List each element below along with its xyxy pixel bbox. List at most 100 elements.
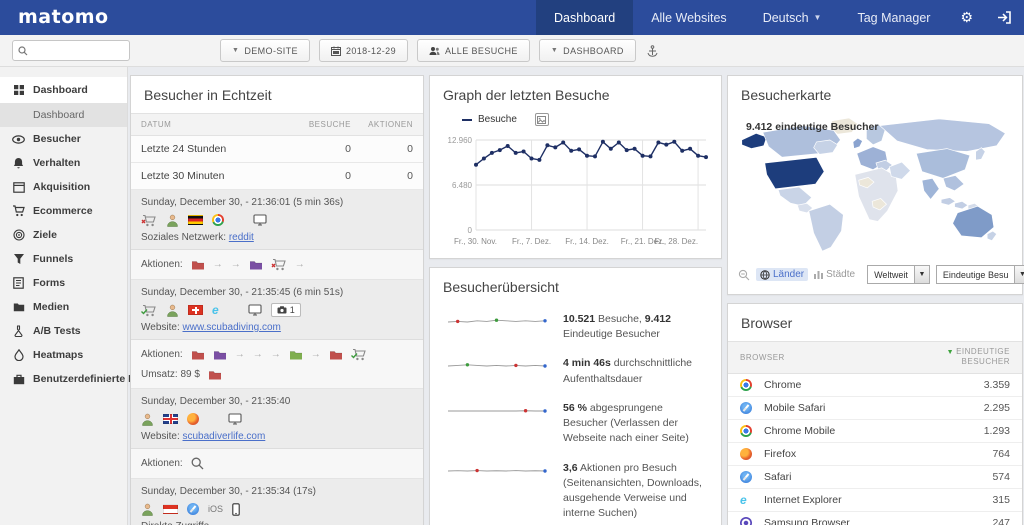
navbar-menu: Dashboard Alle Websites Deutsch ▼ Tag Ma… bbox=[536, 0, 1024, 35]
sidebar-item-label: Funnels bbox=[33, 253, 73, 265]
browser-row[interactable]: Chrome3.359 bbox=[728, 374, 1022, 397]
sidebar-item-forms[interactable]: Forms bbox=[0, 271, 127, 295]
sidebar-item-verhalten[interactable]: Verhalten bbox=[0, 151, 127, 175]
visit-icons bbox=[141, 412, 413, 426]
visits-graph-panel: Graph der letzten Besuche Besuche 06.480… bbox=[429, 75, 722, 259]
nav-alle-websites[interactable]: Alle Websites bbox=[633, 0, 745, 35]
sidebar-item-ziele[interactable]: Ziele bbox=[0, 223, 127, 247]
world-map-svg bbox=[736, 113, 1014, 259]
referrer-label: Direkte Zugriffe bbox=[141, 521, 209, 525]
sidebar-item-label: Dashboard bbox=[33, 84, 88, 96]
sparkline bbox=[444, 313, 549, 331]
settings-gear-icon[interactable]: ⚙ bbox=[948, 0, 985, 35]
sidebar-item-ecommerce[interactable]: Ecommerce bbox=[0, 199, 127, 223]
svg-text:12.960: 12.960 bbox=[448, 136, 473, 145]
sidebar-item-medien[interactable]: Medien bbox=[0, 295, 127, 319]
col-eindeutige-besucher[interactable]: ▼EINDEUTIGE BESUCHER bbox=[920, 347, 1010, 368]
summary-label: Letzte 24 Stunden bbox=[141, 143, 289, 155]
sidebar-item-label: Besucher bbox=[33, 133, 81, 145]
sidebar-item-a-b-tests[interactable]: A/B Tests bbox=[0, 319, 127, 343]
nav-dashboard[interactable]: Dashboard bbox=[536, 0, 633, 35]
sidebar-item-besucher[interactable]: Besucher bbox=[0, 127, 127, 151]
overview-title: Besucherübersicht bbox=[430, 268, 721, 305]
col-aktionen: AKTIONEN bbox=[351, 120, 413, 129]
site-selector-label: DEMO-SITE bbox=[244, 46, 298, 56]
visit-referrer: Direkte Zugriffe bbox=[141, 521, 413, 525]
windows-icon bbox=[208, 414, 219, 425]
date-selector-button[interactable]: 2018-12-29 bbox=[319, 39, 408, 62]
map-mode-laender[interactable]: Länder bbox=[756, 268, 808, 281]
summary-besuche: 0 bbox=[289, 143, 351, 155]
region-select-value: Weltweit bbox=[868, 270, 914, 280]
sidebar-item-dashboard[interactable]: Dashboard bbox=[0, 77, 127, 103]
svg-text:6.480: 6.480 bbox=[452, 181, 473, 190]
anchor-icon[interactable] bbox=[647, 45, 658, 57]
browser-row[interactable]: Safari574 bbox=[728, 466, 1022, 489]
folder-icon bbox=[191, 259, 205, 270]
cart-x-icon bbox=[271, 258, 287, 271]
nav-tag-manager-label: Tag Manager bbox=[857, 11, 930, 25]
nav-tag-manager[interactable]: Tag Manager bbox=[839, 0, 948, 35]
camera-count-badge: 1 bbox=[271, 303, 301, 317]
sparkline bbox=[444, 357, 549, 375]
browser-row[interactable]: Chrome Mobile1.293 bbox=[728, 420, 1022, 443]
globe-icon bbox=[760, 270, 770, 280]
monitor-icon bbox=[228, 413, 242, 425]
referrer-link[interactable]: www.scubadiving.com bbox=[183, 322, 281, 333]
visit-referrer: Website: scubadiverlife.com bbox=[141, 431, 413, 442]
browser-row[interactable]: Samsung Browser247 bbox=[728, 512, 1022, 525]
arrow-right-icon: → bbox=[271, 349, 281, 360]
world-map[interactable]: 9.412 eindeutige Besucher bbox=[728, 113, 1022, 259]
search-input[interactable] bbox=[32, 45, 122, 56]
browser-row[interactable]: eInternet Explorer315 bbox=[728, 489, 1022, 512]
chevron-down-icon: ▼ bbox=[232, 47, 239, 54]
nav-language[interactable]: Deutsch ▼ bbox=[745, 0, 840, 35]
visits-line-chart[interactable]: 06.48012.960Fr., 30. Nov.Fr., 7. Dez.Fr.… bbox=[430, 128, 721, 258]
svg-text:Fr., 7. Dez.: Fr., 7. Dez. bbox=[512, 237, 551, 246]
visit-actions-row: Aktionen: bbox=[131, 449, 423, 479]
visitor-log-entry: Sunday, December 30, - 21:35:34 (17s)iOS… bbox=[131, 479, 423, 525]
map-metric-select[interactable]: Eindeutige Besu ▼ bbox=[936, 265, 1024, 284]
browser-name: Chrome Mobile bbox=[764, 425, 940, 437]
firefox-icon bbox=[187, 413, 199, 425]
visitor-icon bbox=[166, 214, 179, 227]
sidebar-item-akquisition[interactable]: Akquisition bbox=[0, 175, 127, 199]
visit-actions-row: Aktionen:→→→→Umsatz: 89 $ bbox=[131, 340, 423, 389]
visit-icons: e1 bbox=[141, 303, 413, 317]
map-region-select[interactable]: Weltweit ▼ bbox=[867, 265, 930, 284]
grid-icon bbox=[12, 84, 25, 96]
target-icon bbox=[12, 229, 25, 241]
visit-datetime: Sunday, December 30, - 21:35:34 (17s) bbox=[141, 486, 413, 497]
graph-legend: Besuche bbox=[430, 113, 721, 128]
export-image-icon[interactable] bbox=[535, 113, 549, 126]
flag-gb-icon bbox=[163, 414, 178, 424]
visitor-log-entry: Sunday, December 30, - 21:35:45 (6 min 5… bbox=[131, 280, 423, 340]
map-mode-staedte[interactable]: Städte bbox=[814, 269, 855, 280]
col-browser[interactable]: BROWSER bbox=[740, 353, 920, 362]
search-box[interactable] bbox=[12, 40, 130, 61]
overview-row: 4 min 46s durchschnittliche Aufenthaltsd… bbox=[430, 349, 721, 393]
referrer-link[interactable]: scubadiverlife.com bbox=[183, 431, 266, 442]
sidebar-item-benutzerdefinierte-berichte[interactable]: Benutzerdefinierte Berichte bbox=[0, 367, 127, 391]
actions-label: Aktionen: bbox=[141, 349, 183, 360]
folder-icon bbox=[289, 349, 303, 360]
referrer-link[interactable]: reddit bbox=[229, 232, 254, 243]
browser-table-header: BROWSER ▼EINDEUTIGE BESUCHER bbox=[728, 341, 1022, 374]
sidebar-item-dashboard[interactable]: Dashboard bbox=[0, 103, 127, 127]
browser-row[interactable]: Firefox764 bbox=[728, 443, 1022, 466]
visit-actions-row: Aktionen:→→→ bbox=[131, 250, 423, 280]
sign-in-icon[interactable] bbox=[985, 0, 1024, 35]
site-selector-button[interactable]: ▼ DEMO-SITE bbox=[220, 39, 310, 62]
firefox-icon bbox=[740, 448, 752, 460]
sidebar-item-funnels[interactable]: Funnels bbox=[0, 247, 127, 271]
dashboard-selector-button[interactable]: ▼ DASHBOARD bbox=[539, 39, 636, 62]
chrome-icon bbox=[212, 214, 224, 226]
chrome-icon bbox=[740, 379, 752, 391]
metric-select-value: Eindeutige Besu bbox=[937, 270, 1015, 280]
browser-row[interactable]: Mobile Safari2.295 bbox=[728, 397, 1022, 420]
segment-selector-button[interactable]: ALLE BESUCHE bbox=[417, 39, 530, 62]
flask-icon bbox=[12, 325, 25, 337]
sidebar-item-heatmaps[interactable]: Heatmaps bbox=[0, 343, 127, 367]
monitor-icon bbox=[253, 214, 267, 226]
zoom-out-icon[interactable] bbox=[738, 269, 750, 281]
